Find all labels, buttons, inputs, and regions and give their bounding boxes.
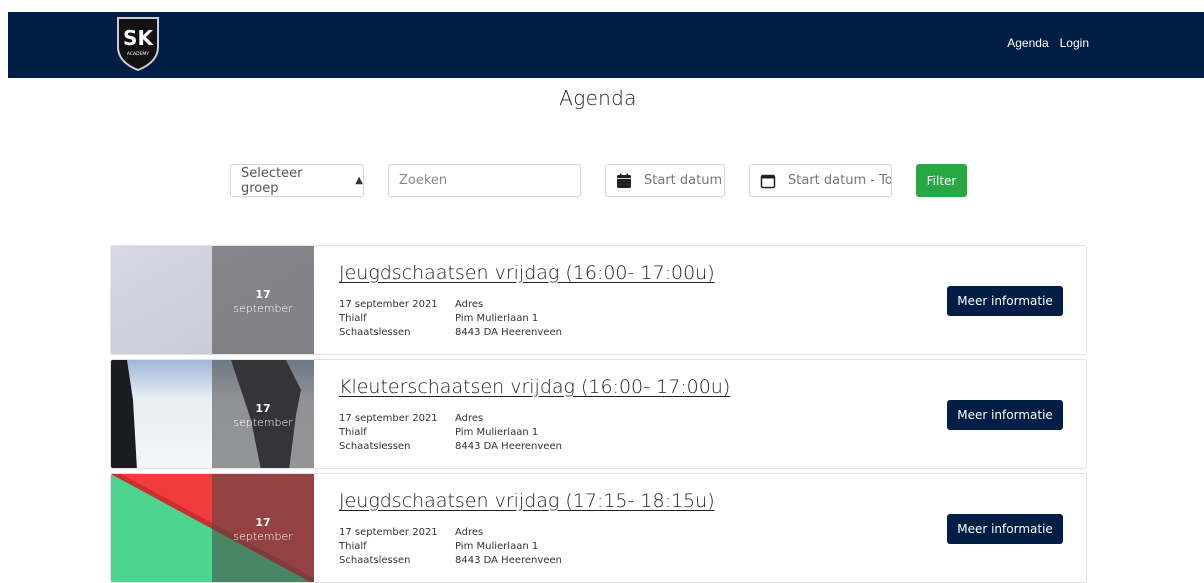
event-category: Schaatslessen (339, 441, 411, 452)
sk-academy-logo[interactable]: SK ACADEMY (114, 15, 162, 71)
event-category: Schaatslessen (339, 327, 411, 338)
event-day: 17 (255, 515, 271, 529)
event-location: Thialf (339, 427, 367, 438)
event-month: september (233, 415, 293, 429)
event-location: Thialf (339, 313, 367, 324)
address-label: Adres (455, 527, 484, 538)
event-date-badge: 17 september (212, 474, 314, 582)
event-card: 17 september Jeugdschaatsen vrijdag (17:… (110, 473, 1087, 583)
event-title-link[interactable]: Kleuterschaatsen vrijdag (16:00- 17:00u) (339, 376, 730, 398)
address-city: 8443 DA Heerenveen (455, 441, 562, 452)
group-select[interactable]: Selecteer groep ▲︎ (230, 164, 364, 197)
event-month: september (233, 529, 293, 543)
event-month: september (233, 301, 293, 315)
event-card: 17 september Kleuterschaatsen vrijdag (1… (110, 359, 1087, 469)
address-city: 8443 DA Heerenveen (455, 327, 562, 338)
navbar: SK ACADEMY Agenda Login (8, 12, 1204, 78)
start-date-field[interactable]: Start datum (605, 164, 725, 197)
calendar-icon (617, 173, 631, 188)
address-street: Pim Mulierlaan 1 (455, 427, 539, 438)
event-category: Schaatslessen (339, 555, 411, 566)
search-input[interactable] (399, 173, 580, 188)
event-day: 17 (255, 401, 271, 415)
end-date-field[interactable]: Start datum - To (749, 164, 892, 197)
address-label: Adres (455, 413, 484, 424)
event-meta: 17 september 2021 Thialf Schaatslessen (339, 412, 438, 454)
address-street: Pim Mulierlaan 1 (455, 541, 539, 552)
event-address: Adres Pim Mulierlaan 1 8443 DA Heerenvee… (455, 298, 562, 340)
end-date-placeholder: Start datum - To (788, 173, 892, 188)
event-date: 17 september 2021 (339, 299, 438, 310)
more-info-button[interactable]: Meer informatie (947, 514, 1063, 544)
event-date-badge: 17 september (212, 360, 314, 468)
filter-bar: Selecteer groep ▲︎ Start datum Start dat… (0, 164, 1204, 198)
event-date: 17 september 2021 (339, 413, 438, 424)
address-label: Adres (455, 299, 484, 310)
nav-links: Agenda Login (1007, 36, 1089, 50)
event-meta: 17 september 2021 Thialf Schaatslessen (339, 298, 438, 340)
event-meta: 17 september 2021 Thialf Schaatslessen (339, 526, 438, 568)
address-street: Pim Mulierlaan 1 (455, 313, 539, 324)
logo-text: SK (123, 26, 154, 50)
page-title: Agenda (559, 86, 637, 110)
sort-arrows-icon: ▲︎ (355, 175, 363, 186)
nav-link-agenda[interactable]: Agenda (1007, 36, 1048, 50)
search-field[interactable] (388, 164, 581, 197)
event-address: Adres Pim Mulierlaan 1 8443 DA Heerenvee… (455, 526, 562, 568)
logo-subtext: ACADEMY (127, 51, 149, 57)
event-address: Adres Pim Mulierlaan 1 8443 DA Heerenvee… (455, 412, 562, 454)
event-date: 17 september 2021 (339, 527, 438, 538)
group-select-value: Selecteer groep (241, 165, 303, 196)
start-date-placeholder: Start datum (644, 173, 723, 188)
more-info-button[interactable]: Meer informatie (947, 400, 1063, 430)
event-card: 17 september Jeugdschaatsen vrijdag (16:… (110, 245, 1087, 355)
event-date-badge: 17 september (212, 246, 314, 354)
event-title-link[interactable]: Jeugdschaatsen vrijdag (17:15- 18:15u) (339, 490, 715, 512)
event-day: 17 (255, 287, 271, 301)
more-info-button[interactable]: Meer informatie (947, 286, 1063, 316)
event-title-link[interactable]: Jeugdschaatsen vrijdag (16:00- 17:00u) (339, 262, 715, 284)
address-city: 8443 DA Heerenveen (455, 555, 562, 566)
filter-button[interactable]: Filter (916, 164, 967, 197)
calendar-outline-icon (760, 174, 776, 188)
event-location: Thialf (339, 541, 367, 552)
nav-link-login[interactable]: Login (1060, 36, 1089, 50)
